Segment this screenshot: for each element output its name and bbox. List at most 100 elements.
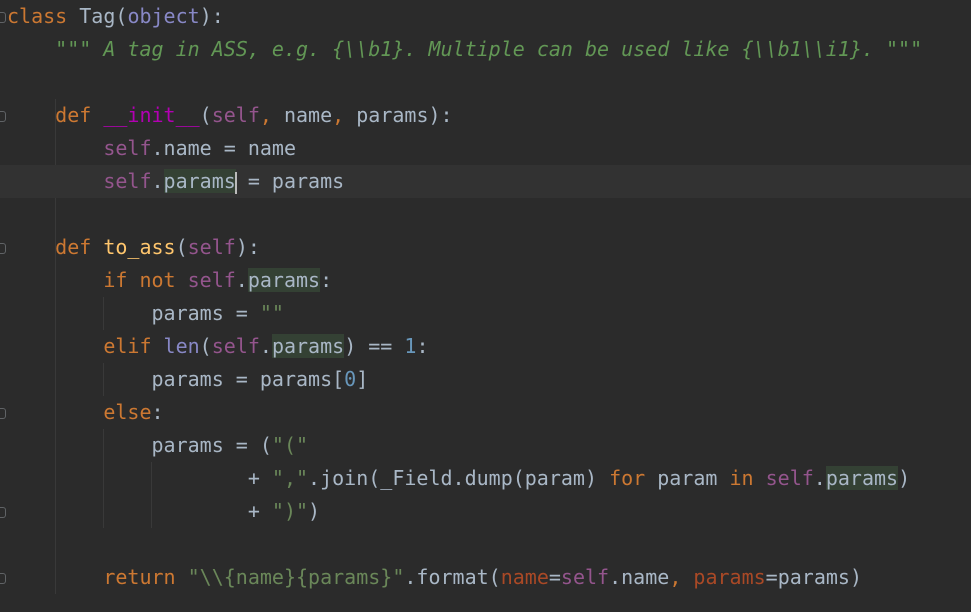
code-line[interactable]: def to_ass(self): — [0, 231, 971, 264]
code-line[interactable] — [0, 528, 971, 561]
code-line[interactable]: + ",".join(_Field.dump(param) for param … — [0, 462, 971, 495]
code-token: self — [211, 334, 260, 358]
code-line[interactable]: def __init__(self, name, params): — [0, 99, 971, 132]
code-text: + ")") — [7, 495, 320, 528]
code-token: + — [7, 499, 272, 523]
code-token: .name — [609, 565, 670, 589]
code-line[interactable]: elif len(self.params) == 1: — [0, 330, 971, 363]
code-line[interactable]: + ")") — [0, 495, 971, 528]
code-token: return — [103, 565, 176, 589]
code-line[interactable]: params = params[0] — [0, 363, 971, 396]
code-token: in — [729, 466, 754, 490]
code-token: , — [669, 565, 682, 589]
code-token: self — [187, 268, 236, 292]
code-token: ): — [235, 235, 260, 259]
code-token: = params — [235, 169, 345, 193]
code-token: """ A tag in ASS, e.g. {\\b1}. Multiple … — [55, 37, 923, 61]
code-token: "," — [271, 466, 309, 490]
code-token: if not — [103, 268, 176, 292]
code-text: self.name = name — [7, 132, 296, 165]
code-text: class Tag(object): — [7, 0, 224, 33]
code-line[interactable] — [0, 66, 971, 99]
code-token: . — [235, 268, 248, 292]
code-token: name — [271, 103, 333, 127]
code-text: params = ("(" — [7, 429, 308, 462]
code-token: ( — [199, 103, 212, 127]
code-token: def — [55, 103, 92, 127]
code-text: if not self.params: — [7, 264, 332, 297]
code-line[interactable]: """ A tag in ASS, e.g. {\\b1}. Multiple … — [0, 33, 971, 66]
code-token: .name = name — [151, 136, 297, 160]
code-token: params): — [344, 103, 453, 127]
code-token: class — [7, 4, 68, 28]
code-token: ( — [199, 334, 212, 358]
code-token: param — [645, 466, 730, 490]
code-token: params = params[ — [7, 367, 345, 391]
code-token: . — [259, 334, 272, 358]
code-text: params = "" — [7, 297, 283, 330]
code-token: ) == — [344, 334, 405, 358]
code-token: ] — [356, 367, 369, 391]
code-line[interactable]: return "\\{name}{params}".format(name=se… — [0, 561, 971, 594]
code-token: 1 — [404, 334, 417, 358]
code-token: =params) — [765, 565, 862, 589]
code-line[interactable] — [0, 198, 971, 231]
code-token: : — [151, 400, 164, 424]
code-token: self — [211, 103, 260, 127]
code-token: self — [765, 466, 814, 490]
code-token: params = — [7, 301, 260, 325]
code-token: name — [500, 565, 549, 589]
code-line[interactable]: class Tag(object): — [0, 0, 971, 33]
code-token: for — [609, 466, 646, 490]
code-token: + — [7, 466, 272, 490]
code-text: def __init__(self, name, params): — [7, 99, 453, 132]
code-editor[interactable]: class Tag(object): """ A tag in ASS, e.g… — [0, 0, 971, 612]
code-text: self.params = params — [7, 165, 344, 198]
code-token: ) — [308, 499, 321, 523]
code-token: elif — [103, 334, 152, 358]
code-token: to_ass — [103, 235, 176, 259]
code-token: params = ( — [7, 433, 272, 457]
code-line[interactable]: params = "" — [0, 297, 971, 330]
code-token: "\\{name}{params}" — [187, 565, 405, 589]
code-token: ( — [175, 235, 188, 259]
code-text: + ",".join(_Field.dump(param) for param … — [7, 462, 910, 495]
code-token: params — [825, 466, 899, 490]
code-token: : — [416, 334, 429, 358]
code-token: params — [247, 268, 321, 292]
code-token: params — [271, 334, 345, 358]
code-token: __init__ — [103, 103, 200, 127]
code-token: def — [55, 235, 92, 259]
code-token: ): — [199, 4, 224, 28]
code-line[interactable]: self.name = name — [0, 132, 971, 165]
code-token: . — [813, 466, 826, 490]
code-line[interactable]: params = ("(" — [0, 429, 971, 462]
code-token: else — [103, 400, 152, 424]
code-token: object — [127, 4, 200, 28]
code-line[interactable]: else: — [0, 396, 971, 429]
code-text: params = params[0] — [7, 363, 368, 396]
code-token: .format( — [404, 565, 501, 589]
code-token: self — [103, 169, 152, 193]
code-token: : — [320, 268, 333, 292]
code-text: elif len(self.params) == 1: — [7, 330, 429, 363]
code-token: .join(_Field.dump(param) — [308, 466, 610, 490]
code-token: self — [560, 565, 610, 589]
code-text: else: — [7, 396, 164, 429]
code-token: 0 — [344, 367, 357, 391]
code-token: self — [187, 235, 236, 259]
code-line[interactable]: if not self.params: — [0, 264, 971, 297]
code-token: "(" — [271, 433, 309, 457]
code-token: self — [103, 136, 152, 160]
code-line[interactable]: self.params = params — [0, 165, 971, 198]
